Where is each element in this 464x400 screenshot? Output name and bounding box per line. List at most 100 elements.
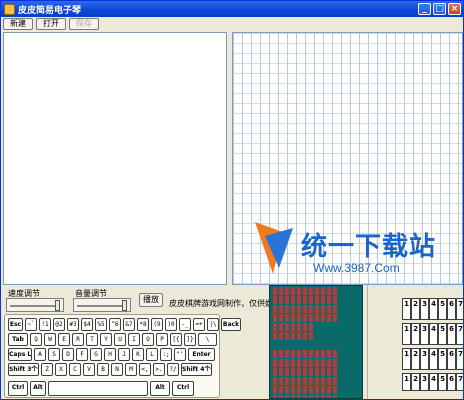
note-button-3-7[interactable]: 7 <box>456 373 463 391</box>
note-button-3-1[interactable]: 1 <box>402 373 411 391</box>
key-row5-1[interactable]: Alt <box>30 381 46 396</box>
key-row4-4[interactable]: V <box>83 363 95 376</box>
key-row1-15[interactable]: Back <box>221 318 241 331</box>
note-grid-panel[interactable]: 统一下载站 Www.3987.Com <box>232 32 463 285</box>
note-button-2-3[interactable]: 3 <box>420 348 429 370</box>
key-row3-2[interactable]: S <box>48 348 60 361</box>
key-row2-1[interactable]: Q <box>30 333 42 346</box>
key-row4-9[interactable]: >. <box>153 363 165 376</box>
key-row4-6[interactable]: N <box>111 363 123 376</box>
volume-slider[interactable] <box>73 298 131 312</box>
key-row5-4[interactable]: Ctrl <box>172 381 194 396</box>
key-row2-9[interactable]: O <box>142 333 154 346</box>
key-row2-4[interactable]: R <box>72 333 84 346</box>
key-row1-0[interactable]: Esc <box>8 318 23 331</box>
note-button-1-3[interactable]: 3 <box>420 323 429 345</box>
key-row3-8[interactable]: K <box>132 348 144 361</box>
title-bar[interactable]: 皮皮简易电子琴 _ □ × <box>1 1 463 17</box>
key-row3-9[interactable]: L <box>146 348 158 361</box>
key-row1-11[interactable]: )0 <box>165 318 177 331</box>
note-button-2-7[interactable]: 7 <box>456 348 463 370</box>
key-row4-5[interactable]: B <box>97 363 109 376</box>
key-row1-9[interactable]: *8 <box>137 318 149 331</box>
note-button-1-2[interactable]: 2 <box>411 323 420 345</box>
key-row2-12[interactable]: ]} <box>184 333 196 346</box>
speed-slider[interactable] <box>6 298 64 312</box>
new-button[interactable]: 新建 <box>3 18 33 30</box>
note-button-1-6[interactable]: 6 <box>447 323 456 345</box>
key-row2-10[interactable]: P <box>156 333 168 346</box>
key-row4-3[interactable]: C <box>69 363 81 376</box>
key-row2-8[interactable]: I <box>128 333 140 346</box>
key-row1-5[interactable]: $4 <box>81 318 93 331</box>
key-row1-13[interactable]: =+ <box>193 318 205 331</box>
note-button-1-1[interactable]: 1 <box>402 323 411 345</box>
note-button-1-4[interactable]: 4 <box>429 323 438 345</box>
key-row4-8[interactable]: <, <box>139 363 151 376</box>
key-row2-3[interactable]: E <box>58 333 70 346</box>
note-button-3-5[interactable]: 5 <box>438 373 447 391</box>
note-button-0-1[interactable]: 1 <box>402 298 411 320</box>
note-button-0-4[interactable]: 4 <box>429 298 438 320</box>
volume-slider-thumb[interactable] <box>121 300 127 311</box>
note-button-3-3[interactable]: 3 <box>420 373 429 391</box>
key-row2-5[interactable]: T <box>86 333 98 346</box>
key-row4-7[interactable]: M <box>125 363 137 376</box>
key-row1-8[interactable]: &7 <box>123 318 135 331</box>
key-row4-11[interactable]: Shift 4个一 <box>181 363 212 376</box>
key-row2-11[interactable]: [{ <box>170 333 182 346</box>
key-row1-7[interactable]: ^6 <box>109 318 121 331</box>
key-row5-0[interactable]: Ctrl <box>8 381 28 396</box>
key-row1-1[interactable]: ~` <box>25 318 37 331</box>
key-row5-2[interactable] <box>48 381 148 396</box>
speed-slider-thumb[interactable] <box>54 300 60 311</box>
open-button[interactable]: 打开 <box>36 18 66 30</box>
key-row3-6[interactable]: H <box>104 348 116 361</box>
play-button[interactable]: 播放 <box>139 293 163 307</box>
minimize-button[interactable]: _ <box>418 3 431 15</box>
key-row1-2[interactable]: !1 <box>39 318 51 331</box>
key-row2-2[interactable]: W <box>44 333 56 346</box>
key-row1-12[interactable]: -_ <box>179 318 191 331</box>
maximize-button[interactable]: □ <box>433 3 446 15</box>
key-row4-1[interactable]: Z <box>41 363 53 376</box>
key-row1-10[interactable]: (9 <box>151 318 163 331</box>
note-button-3-6[interactable]: 6 <box>447 373 456 391</box>
key-row3-7[interactable]: J <box>118 348 130 361</box>
key-row4-0[interactable]: Shift 3个一 <box>8 363 39 376</box>
key-row3-1[interactable]: A <box>34 348 46 361</box>
note-button-3-4[interactable]: 4 <box>429 373 438 391</box>
key-row3-10[interactable]: :; <box>160 348 172 361</box>
key-row3-4[interactable]: F <box>76 348 88 361</box>
key-row5-3[interactable]: Alt <box>150 381 170 396</box>
score-text-area[interactable] <box>3 32 227 285</box>
key-row2-13[interactable]: \ <box>198 333 217 346</box>
key-row1-14[interactable]: |\ <box>207 318 219 331</box>
note-button-2-2[interactable]: 2 <box>411 348 420 370</box>
key-row1-4[interactable]: #3 <box>67 318 79 331</box>
note-button-0-6[interactable]: 6 <box>447 298 456 320</box>
note-button-2-6[interactable]: 6 <box>447 348 456 370</box>
key-row3-3[interactable]: D <box>62 348 74 361</box>
key-row4-2[interactable]: X <box>55 363 67 376</box>
note-button-2-1[interactable]: 1 <box>402 348 411 370</box>
note-button-0-7[interactable]: 7 <box>456 298 463 320</box>
key-row1-6[interactable]: %5 <box>95 318 107 331</box>
key-row3-12[interactable]: Enter <box>188 348 215 361</box>
note-button-1-5[interactable]: 5 <box>438 323 447 345</box>
key-row2-6[interactable]: Y <box>100 333 112 346</box>
key-row3-0[interactable]: Caps Lock <box>8 348 32 361</box>
note-button-1-7[interactable]: 7 <box>456 323 463 345</box>
key-row3-11[interactable]: "' <box>174 348 186 361</box>
note-button-2-4[interactable]: 4 <box>429 348 438 370</box>
key-row3-5[interactable]: G <box>90 348 102 361</box>
key-row4-10[interactable]: ?/ <box>167 363 179 376</box>
note-button-0-5[interactable]: 5 <box>438 298 447 320</box>
save-button[interactable]: 保存 <box>69 18 99 30</box>
note-button-0-2[interactable]: 2 <box>411 298 420 320</box>
close-button[interactable]: × <box>448 3 461 15</box>
key-row2-7[interactable]: U <box>114 333 126 346</box>
note-button-3-2[interactable]: 2 <box>411 373 420 391</box>
key-row1-3[interactable]: @2 <box>53 318 65 331</box>
note-button-0-3[interactable]: 3 <box>420 298 429 320</box>
